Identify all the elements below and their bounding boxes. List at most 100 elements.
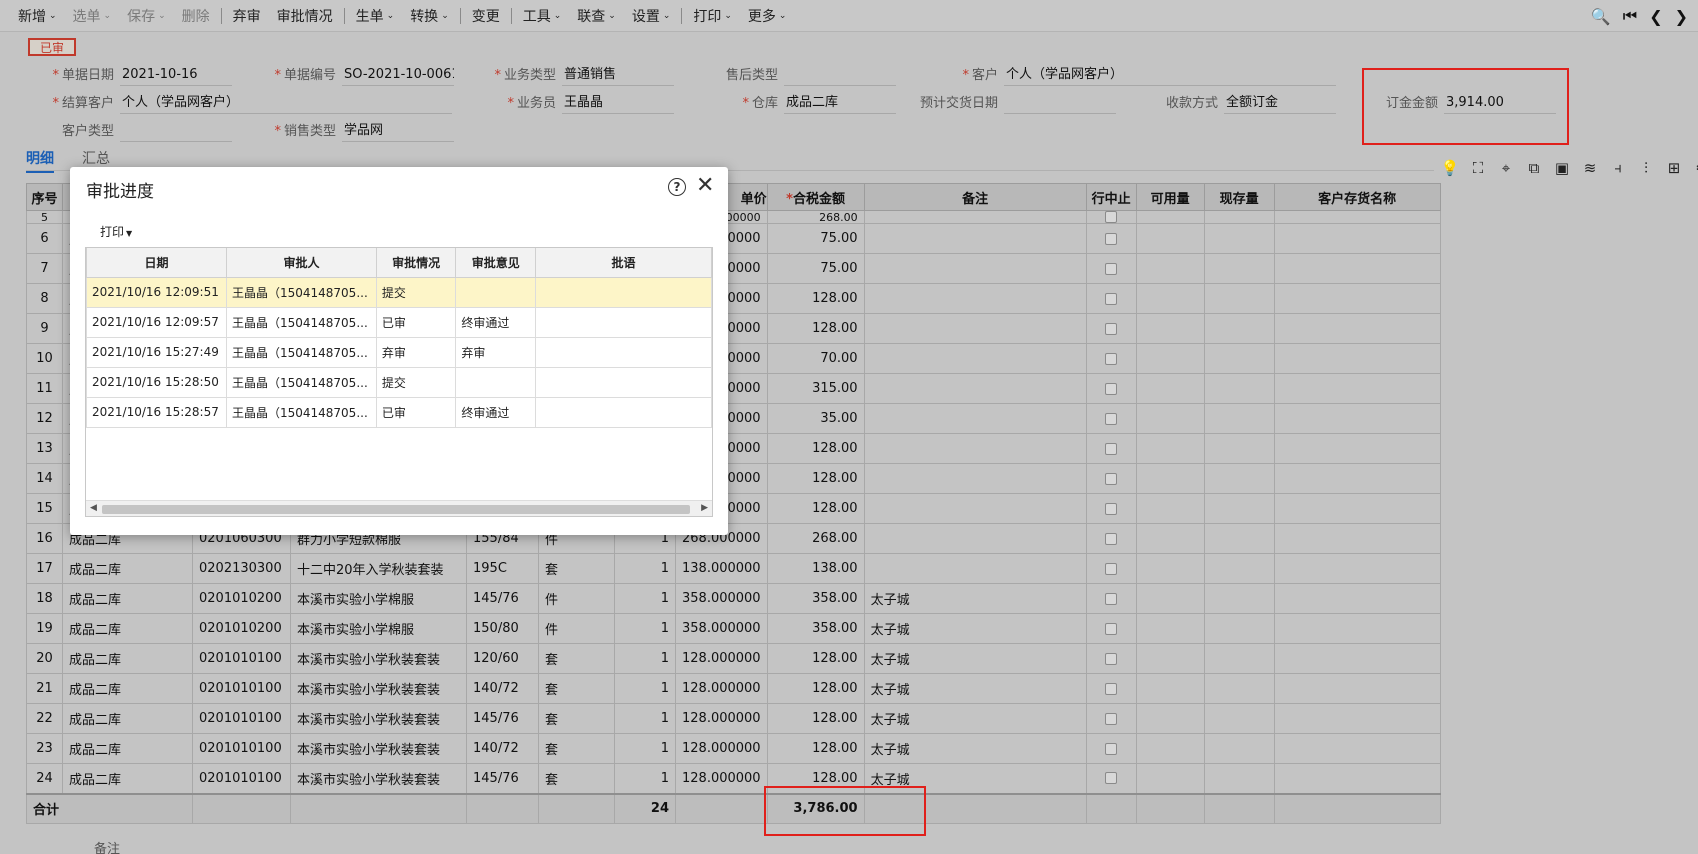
field-doc-date[interactable]: * 单据日期 2021-10-16 — [40, 62, 232, 86]
approval-cell-date[interactable]: 2021/10/16 15:28:50 — [86, 366, 227, 398]
grid-cell[interactable]: 358.00 — [766, 613, 865, 644]
grid-cell[interactable]: 件 — [538, 583, 615, 614]
grid-cell[interactable] — [863, 403, 1087, 434]
approval-cell-status[interactable]: 已审 — [375, 396, 457, 428]
grid-cell[interactable]: 35.00 — [766, 403, 865, 434]
col-status[interactable]: 审批情况 — [375, 248, 457, 278]
approval-row[interactable]: 2021/10/16 15:28:50 王晶晶（1504148705... 提交 — [86, 366, 712, 398]
grid-cell[interactable]: 128.00 — [766, 433, 865, 464]
grid-cell[interactable]: 70.00 — [766, 343, 865, 374]
settle-customer-value[interactable]: 个人（学品网客户） — [120, 93, 452, 114]
grid-cell[interactable]: 358.00 — [766, 583, 865, 614]
grid-cell[interactable] — [1135, 733, 1205, 764]
approval-cell-opinion[interactable] — [455, 276, 537, 308]
grid-cell[interactable] — [1203, 703, 1275, 734]
approval-cell-status[interactable]: 弃审 — [375, 336, 457, 368]
row-stop-checkbox[interactable] — [1105, 292, 1118, 305]
grid-cell[interactable]: 5 — [26, 210, 63, 224]
grid-cell[interactable] — [1203, 313, 1275, 344]
row-stop-checkbox[interactable] — [1105, 232, 1118, 245]
grid-cell[interactable] — [1273, 523, 1441, 554]
grid-cell[interactable]: 6 — [26, 223, 63, 254]
grid-cell[interactable] — [1203, 643, 1275, 674]
grid-cell[interactable]: 145/76 — [466, 763, 539, 794]
grid-cell[interactable]: 358.000000 — [675, 613, 768, 644]
grid-cell[interactable]: 太子城 — [863, 583, 1087, 614]
col-stop[interactable]: 行中止 — [1085, 183, 1137, 211]
grid-cell[interactable] — [1135, 703, 1205, 734]
grid-cell[interactable]: 0201010100 — [192, 673, 291, 704]
approval-cell-remark[interactable] — [535, 306, 712, 338]
grid-cell[interactable]: 22 — [26, 703, 63, 734]
first-page-icon[interactable]: ⏮ — [1623, 6, 1637, 26]
grid-cell[interactable]: 10 — [26, 343, 63, 374]
grid-cell[interactable]: 套 — [538, 703, 615, 734]
grid-cell[interactable] — [1203, 403, 1275, 434]
grid-cell[interactable]: 14 — [26, 463, 63, 494]
grid-cell[interactable] — [1135, 673, 1205, 704]
doc-date-value[interactable]: 2021-10-16 — [120, 65, 232, 86]
grid-cell[interactable]: 138.00 — [766, 553, 865, 584]
location-icon[interactable]: ⌖ — [1496, 158, 1516, 178]
grid-cell[interactable]: 128.00 — [766, 463, 865, 494]
grid-cell[interactable] — [1203, 343, 1275, 374]
grid-cell[interactable] — [1135, 253, 1205, 284]
grid-cell[interactable] — [1273, 313, 1441, 344]
grid-cell[interactable] — [1135, 403, 1205, 434]
grid-cell[interactable] — [1203, 673, 1275, 704]
grid-cell[interactable] — [1273, 403, 1441, 434]
grid-cell[interactable] — [1273, 613, 1441, 644]
biz-type-value[interactable]: 普通销售 — [562, 65, 674, 86]
grid-cell[interactable]: 23 — [26, 733, 63, 764]
grid-cell[interactable] — [863, 373, 1087, 404]
grid-cell[interactable]: 本溪市实验小学棉服 — [290, 613, 467, 644]
grid-cell[interactable] — [1203, 763, 1275, 794]
toolbar-button-11[interactable]: 设置 ⌄ — [624, 0, 679, 32]
table-row[interactable]: 24 成品二库 0201010100 本溪市实验小学秋装套装 145/76 套 1 128.0… — [26, 763, 1441, 794]
grid-cell[interactable]: 128.00 — [766, 493, 865, 524]
grid-cell[interactable]: 本溪市实验小学秋装套装 — [290, 643, 467, 674]
toolbar-button-10[interactable]: 联查 ⌄ — [569, 0, 624, 32]
grid-cell[interactable]: 1 — [614, 613, 676, 644]
approval-cell-approver[interactable]: 王晶晶（1504148705... — [225, 366, 377, 398]
approval-cell-remark[interactable] — [535, 336, 712, 368]
grid-cell[interactable] — [1135, 463, 1205, 494]
grid-cell[interactable]: 7 — [26, 253, 63, 284]
grid-cell[interactable] — [1273, 553, 1441, 584]
grid-cell[interactable] — [863, 223, 1087, 254]
field-warehouse[interactable]: * 仓库 成品二库 — [700, 90, 896, 114]
grid-cell[interactable] — [1203, 613, 1275, 644]
grid-cell[interactable] — [1273, 763, 1441, 794]
scan-icon[interactable]: ⛶ — [1468, 158, 1488, 178]
grid-cell[interactable]: 本溪市实验小学棉服 — [290, 583, 467, 614]
approval-row[interactable]: 2021/10/16 15:28:57 王晶晶（1504148705... 已审 终审… — [86, 396, 712, 428]
grid-cell[interactable] — [863, 433, 1087, 464]
grid-cell[interactable]: 128.00 — [766, 703, 865, 734]
grid-cell[interactable] — [1203, 583, 1275, 614]
grid-cell[interactable] — [1203, 463, 1275, 494]
grid-cell[interactable]: 128.00 — [766, 643, 865, 674]
grid-cell[interactable]: 太子城 — [863, 643, 1087, 674]
approval-cell-approver[interactable]: 王晶晶（1504148705... — [225, 306, 377, 338]
grid-cell[interactable]: 0201010100 — [192, 733, 291, 764]
grid-cell[interactable]: 1 — [614, 763, 676, 794]
grid-cell[interactable]: 138.000000 — [675, 553, 768, 584]
grid-cell[interactable]: 128.000000 — [675, 703, 768, 734]
grid-cell[interactable]: 1 — [614, 733, 676, 764]
field-customer-type[interactable]: 客户类型 — [40, 118, 232, 142]
grid-cell[interactable]: 128.000000 — [675, 643, 768, 674]
row-stop-checkbox[interactable] — [1105, 622, 1118, 635]
grid-cell[interactable] — [1273, 703, 1441, 734]
grid-cell[interactable] — [1273, 210, 1441, 224]
grid-cell[interactable]: 128.00 — [766, 733, 865, 764]
grid-cell[interactable] — [1135, 553, 1205, 584]
grid-cell[interactable]: 1 — [614, 673, 676, 704]
grid-cell[interactable]: 成品二库 — [62, 703, 193, 734]
approval-cell-date[interactable]: 2021/10/16 15:27:49 — [86, 336, 227, 368]
approval-cell-approver[interactable]: 王晶晶（1504148705... — [225, 276, 377, 308]
grid-cell[interactable]: 成品二库 — [62, 733, 193, 764]
grid-cell[interactable]: 150/80 — [466, 613, 539, 644]
split-icon[interactable]: ⫞ — [1608, 158, 1628, 178]
toolbar-button-1[interactable]: 选单 ⌄ — [65, 0, 120, 32]
chart-icon[interactable]: ⫶ — [1636, 158, 1656, 178]
